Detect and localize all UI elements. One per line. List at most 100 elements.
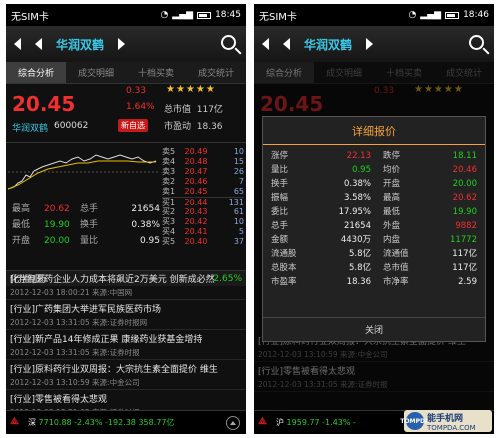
level-price: 20.48 — [184, 157, 208, 166]
next-stock-icon[interactable] — [366, 38, 374, 50]
scroll-up-button[interactable] — [226, 415, 240, 430]
order-book-row: 买3 20.42 10 — [162, 217, 244, 227]
detail-label: 总股本 — [271, 263, 297, 273]
search-icon[interactable] — [469, 35, 484, 50]
level-label: 卖2 — [162, 177, 176, 186]
close-button[interactable]: 关闭 — [263, 317, 485, 341]
chart-depth-area: 卖5 20.49 10 卖4 20.48 15 卖3 20.47 26 卖2 20.46 7 卖… — [6, 142, 246, 270]
tab-depth[interactable]: 十档买卖 — [126, 62, 186, 83]
order-book-row: 卖4 20.48 15 — [162, 157, 244, 167]
order-book-row: 买5 20.40 37 — [162, 237, 244, 247]
news-item[interactable]: [行业]广药集团大举进军民族医药市场 2012-12-03 13:31:05 来源… — [6, 300, 246, 330]
stat-value: 20.00 — [44, 236, 70, 246]
detail-label: 委比 — [271, 207, 289, 217]
level-label: 买2 — [162, 207, 176, 216]
stock-title: 华润双鹤 — [304, 37, 353, 52]
prev-stock-icon[interactable] — [283, 38, 290, 50]
price-change: 0.33 — [126, 86, 147, 96]
order-book-row: 卖1 20.45 65 — [162, 187, 244, 197]
detail-row: 流通股 5.8亿 流通值 117亿 — [271, 247, 477, 261]
level-price: 20.40 — [184, 237, 208, 246]
detail-label: 市盈率 — [271, 277, 297, 287]
stat-value: 20.62 — [44, 204, 70, 214]
market-value-value: 117亿 — [196, 105, 223, 115]
level-price: 20.45 — [184, 187, 208, 196]
stock-code: 600062 — [54, 121, 89, 131]
level-label: 卖1 — [162, 187, 176, 196]
news-meta: 2012-12-03 13:10:59 来源:中金公司 — [10, 378, 140, 387]
news-title: [行业]零售被看得太悲观 — [10, 395, 108, 405]
market-value-label: 总市值 — [164, 105, 192, 115]
tab-bar: 综合分析 成交明细 十档买卖 成交统计 — [6, 62, 246, 84]
detail-label: 总市值 — [383, 263, 409, 273]
detail-value: 9882 — [455, 221, 477, 231]
level-price: 20.46 — [184, 177, 208, 186]
next-stock-icon[interactable] — [118, 38, 126, 50]
detail-row: 金额 4430万 内盘 11772 — [271, 233, 477, 247]
quote-header: 20.45 0.33 1.64% ★★★★★ 总市值 117亿 市盈动 18.3… — [6, 84, 246, 142]
detail-value: 5.8亿 — [348, 263, 371, 273]
detail-row: 振幅 3.58% 最高 20.62 — [271, 191, 477, 205]
detail-value: 11772 — [449, 235, 477, 245]
stat-label: 换手 — [80, 220, 99, 230]
detail-row: 市盈率 18.36 市净率 2.59 — [271, 275, 477, 289]
index-market: 深 — [28, 418, 36, 427]
news-item[interactable]: [行业]新产品14年修成正果 康缘药业获基金增持 2012-12-03 13:31… — [6, 330, 246, 360]
order-book-row: 买2 20.43 61 — [162, 207, 244, 217]
app-logo-icon: ⟁ — [10, 415, 19, 427]
index-value: 7710.88 -2.43% -192.38 358.77亿 — [38, 418, 175, 427]
tab-overview[interactable]: 综合分析 — [6, 62, 66, 83]
news-title: [行业]原料药行业双周报：大宗抗生素全面提价 维生 — [10, 365, 218, 375]
watermark-domain: TOMPDA.COM — [427, 423, 476, 432]
level-price: 20.47 — [184, 167, 208, 176]
index-market: 沪 — [276, 418, 284, 427]
index-ticker: ⟁ 深 7710.88 -2.43% -192.38 358.77亿 — [6, 410, 246, 434]
stat-value: 21654 — [131, 204, 160, 214]
level-volume: 37 — [233, 237, 244, 246]
carrier-label: 无SIM卡 — [259, 11, 297, 23]
tab-stats[interactable]: 成交统计 — [186, 62, 246, 83]
detail-label: 换手 — [271, 179, 289, 189]
detail-label: 金额 — [271, 235, 289, 245]
prev-stock-icon[interactable] — [35, 38, 42, 50]
back-arrow-icon[interactable] — [14, 38, 21, 50]
news-title: [行业]新产品14年修成正果 康缘药业获基金增持 — [10, 335, 203, 345]
news-meta: 2012-12-03 18:00:21 来源:中国网 — [10, 288, 133, 297]
level-label: 买4 — [162, 227, 176, 236]
back-arrow-icon[interactable] — [262, 38, 269, 50]
detail-label: 流通股 — [271, 249, 297, 259]
phone-screen-left: 无SIM卡 ◔ ▂▄▆ 18:45 华润双鹤 综合分析 成交明细 十档买卖 成交… — [6, 4, 246, 434]
news-meta: 2012-12-03 13:31:05 来源:证券时报 — [10, 348, 140, 357]
app-logo-icon: ⟁ — [258, 415, 267, 427]
detail-value: 20.46 — [452, 165, 477, 175]
index-quote: 深 7710.88 -2.43% -192.38 358.77亿 — [28, 417, 226, 428]
detail-value: 5.8亿 — [348, 249, 371, 259]
news-item[interactable]: [行业]原料药行业双周报：大宗抗生素全面提价 维生 2012-12-03 13:1… — [6, 360, 246, 390]
stock-nav-bar: 华润双鹤 — [254, 26, 494, 62]
search-icon[interactable] — [221, 35, 236, 50]
signal-icon: ▂▄▆ — [420, 10, 442, 20]
phone-screen-right: 无SIM卡 ◔ ▂▄▆ 18:46 华润双鹤 综合分析 成交明细 十档买卖 成交… — [254, 4, 494, 434]
news-item[interactable]: [行业]医药企业人力成本将飙近2万美元 创新成必然 2012-12-03 18:0… — [6, 270, 246, 300]
detail-label: 振幅 — [271, 193, 289, 203]
pe-value: 18.36 — [196, 122, 223, 132]
tab-trades[interactable]: 成交明细 — [66, 62, 126, 83]
order-book-row: 卖5 20.49 10 — [162, 147, 244, 157]
intraday-chart — [8, 154, 158, 190]
add-watchlist-button[interactable]: 新自选 — [118, 119, 148, 132]
detail-value: 3.58% — [343, 193, 371, 203]
detail-quote-dialog: 详细报价 涨停 22.13 跌停 18.11 量比 0.95 均价 20.46 换手 0.38… — [262, 116, 486, 342]
detail-label: 流通值 — [383, 249, 409, 259]
level-price: 20.42 — [184, 217, 208, 226]
detail-label: 外盘 — [383, 221, 401, 231]
watermark-logo-icon: TOMPDA — [400, 412, 430, 430]
detail-label: 跌停 — [383, 151, 401, 161]
news-title: [行业]医药企业人力成本将飙近2万美元 创新成必然 — [10, 275, 215, 285]
stat-label: 最低 — [12, 220, 31, 230]
level-volume: 10 — [233, 147, 244, 156]
level-price: 20.44 — [184, 198, 208, 207]
detail-label: 均价 — [383, 165, 401, 175]
carrier-label: 无SIM卡 — [11, 11, 49, 23]
site-watermark: TOMPDA 能手机网 TOMPDA.COM — [400, 410, 492, 432]
detail-label: 涨停 — [271, 151, 289, 161]
